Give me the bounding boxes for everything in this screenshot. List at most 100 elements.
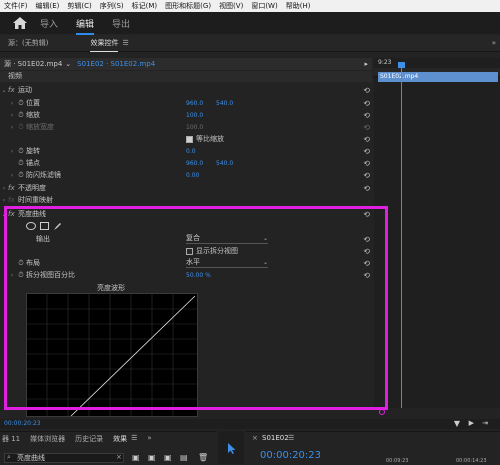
reset-icon[interactable]: ⟲ — [363, 147, 370, 156]
anchor-x-value[interactable]: 960.0 — [186, 160, 203, 167]
menu-graphics[interactable]: 图形和标题(G) — [161, 1, 215, 11]
play-icon[interactable]: ▶ — [469, 419, 474, 427]
playhead-line[interactable] — [401, 62, 402, 408]
fx-icon[interactable]: fx — [8, 184, 18, 192]
fx-icon[interactable]: fx — [8, 86, 18, 94]
param-label: 防闪烁滤镜 — [26, 171, 61, 179]
32bit-effects-icon[interactable]: ▣ — [148, 453, 156, 462]
current-time[interactable]: 00:00:20:23 — [4, 420, 41, 427]
accelerated-effects-icon[interactable]: ▣ — [132, 453, 140, 462]
chevron-right-icon[interactable]: › — [8, 148, 16, 155]
tab-edit[interactable]: 编辑 — [76, 17, 95, 35]
panel-menu-icon[interactable]: ☰ — [288, 434, 294, 442]
rotation-value[interactable]: 0.0 — [186, 148, 196, 155]
param-anchor-row[interactable]: ⏱ 锚点 960.0 540.0 ⟲ — [0, 157, 372, 169]
effect-opacity-row[interactable]: › fx 不透明度 ⟲ — [0, 182, 372, 194]
stopwatch-icon[interactable]: ⏱ — [16, 111, 26, 120]
effect-time-remap-row[interactable]: › fx 时间重映射 — [0, 194, 372, 206]
chevron-right-icon[interactable]: › — [0, 185, 8, 192]
panel-expand-icon[interactable]: » — [147, 434, 151, 444]
menu-clip[interactable]: 剪辑(C) — [63, 1, 95, 11]
project-panel: 器 11 媒体浏览器 历史记录 效果 ☰ » 亮度曲线 ⌕ × ▣ ▣ ▣ ▤ … — [0, 431, 216, 465]
yuv-effects-icon[interactable]: ▣ — [164, 453, 172, 462]
reset-icon[interactable]: ⟲ — [363, 171, 370, 180]
stopwatch-icon[interactable]: ⏱ — [16, 99, 26, 108]
chevron-right-icon: › — [10, 123, 14, 131]
stopwatch-icon[interactable]: ⏱ — [16, 171, 26, 180]
effect-timeline[interactable]: 9:23 — [374, 58, 500, 408]
param-label: 旋转 — [26, 147, 40, 155]
menu-window[interactable]: 窗口(W) — [247, 1, 281, 11]
new-bin-icon[interactable]: ▤ — [180, 453, 188, 462]
timeline-time: 9:23 — [378, 59, 392, 66]
panel-expand-icon[interactable]: » — [492, 39, 496, 47]
sequence-timecode[interactable]: 00:00:20:23 — [260, 450, 321, 461]
close-icon[interactable]: × — [252, 434, 258, 442]
uniform-scale-checkbox[interactable] — [186, 135, 193, 143]
chevron-right-icon[interactable]: › — [8, 172, 16, 179]
effects-search-input[interactable]: 亮度曲线 — [4, 453, 124, 463]
home-icon[interactable] — [12, 16, 28, 30]
param-rotation-row[interactable]: › ⏱ 旋转 0.0 ⟲ — [0, 145, 372, 157]
sequence-tab[interactable]: S01E02 — [262, 434, 289, 442]
chevron-down-icon[interactable]: ⌄ — [65, 60, 71, 68]
timeline-clip[interactable]: S01E02.mp4 — [378, 72, 498, 82]
param-antiflicker-row[interactable]: › ⏱ 防闪烁滤镜 0.00 ⟲ — [0, 169, 372, 181]
position-x-value[interactable]: 960.0 — [186, 100, 203, 107]
panel-menu-icon[interactable]: ☰ — [122, 39, 128, 47]
ruler-time: 00:09:23 — [386, 458, 409, 464]
param-uniform-scale-row: 等比缩放 ⟲ — [0, 133, 372, 145]
export-icon[interactable]: ⇥ — [482, 419, 488, 427]
anchor-y-value[interactable]: 540.0 — [216, 160, 233, 167]
delete-icon[interactable]: 🗑 — [198, 453, 208, 462]
stopwatch-icon[interactable]: ⏱ — [16, 159, 26, 168]
reset-icon[interactable]: ⟲ — [363, 184, 370, 193]
panel-menu-icon[interactable]: ☰ — [131, 434, 137, 444]
effect-label: 时间重映射 — [18, 196, 53, 204]
chevron-right-icon[interactable]: › — [8, 112, 16, 119]
source-clip-line: 源 · S01E02.mp4 ⌄ S01E02 · S01E02.mp4 ▸ — [0, 58, 372, 70]
reset-icon[interactable]: ⟲ — [363, 86, 370, 95]
tab-project[interactable]: 器 11 — [2, 434, 20, 444]
tab-source[interactable]: 源：(无剪辑) — [8, 38, 48, 48]
tools-panel — [218, 431, 244, 464]
chevron-right-icon[interactable]: › — [0, 197, 8, 204]
menu-sequence[interactable]: 序列(S) — [96, 1, 128, 11]
selection-tool-icon[interactable] — [227, 443, 236, 454]
tab-effect-controls[interactable]: 效果控件 — [90, 38, 119, 52]
reset-icon[interactable]: ⟲ — [363, 159, 370, 168]
filter-icon[interactable]: ▼ — [454, 419, 460, 428]
chevron-right-icon[interactable]: › — [8, 100, 16, 107]
param-position-row[interactable]: › ⏱ 位置 960.0 540.0 ⟲ — [0, 97, 372, 109]
stopwatch-icon[interactable]: ⏱ — [16, 147, 26, 156]
clear-icon[interactable]: × — [116, 453, 122, 461]
menu-help[interactable]: 帮助(H) — [282, 1, 315, 11]
menu-bar: 文件(F) 编辑(E) 剪辑(C) 序列(S) 标记(M) 图形和标题(G) 视… — [0, 0, 500, 12]
antiflicker-value[interactable]: 0.00 — [186, 172, 199, 179]
position-y-value[interactable]: 540.0 — [216, 100, 233, 107]
tab-history[interactable]: 历史记录 — [75, 434, 103, 444]
param-label: 位置 — [26, 99, 40, 107]
param-label: 锚点 — [26, 159, 40, 167]
scale-value[interactable]: 100.0 — [186, 112, 203, 119]
reset-icon[interactable]: ⟲ — [363, 135, 370, 144]
tab-media-browser[interactable]: 媒体浏览器 — [30, 434, 65, 444]
sequence-clip-link[interactable]: S01E02 · S01E02.mp4 — [77, 60, 155, 68]
menu-view[interactable]: 视图(V) — [215, 1, 247, 11]
tab-import[interactable]: 导入 — [40, 17, 58, 30]
menu-file[interactable]: 文件(F) — [0, 1, 32, 11]
param-label: 缩放 — [26, 111, 40, 119]
chevron-down-icon[interactable]: ⌄ — [0, 87, 8, 94]
param-scale-row[interactable]: › ⏱ 缩放 100.0 ⟲ — [0, 109, 372, 121]
tab-export[interactable]: 导出 — [112, 17, 130, 30]
reset-icon: ⟲ — [363, 122, 370, 132]
tab-effects[interactable]: 效果 — [113, 434, 127, 444]
menu-edit[interactable]: 编辑(E) — [32, 1, 64, 11]
playhead-handle[interactable] — [398, 62, 405, 68]
workspace-bar: 导入 编辑 导出 — [0, 12, 500, 35]
reset-icon[interactable]: ⟲ — [363, 99, 370, 108]
menu-marker[interactable]: 标记(M) — [128, 1, 162, 11]
reset-icon[interactable]: ⟲ — [363, 111, 370, 120]
play-only-icon[interactable]: ▸ — [364, 60, 368, 68]
effect-motion-row[interactable]: ⌄ fx 运动 ⟲ — [0, 84, 372, 96]
